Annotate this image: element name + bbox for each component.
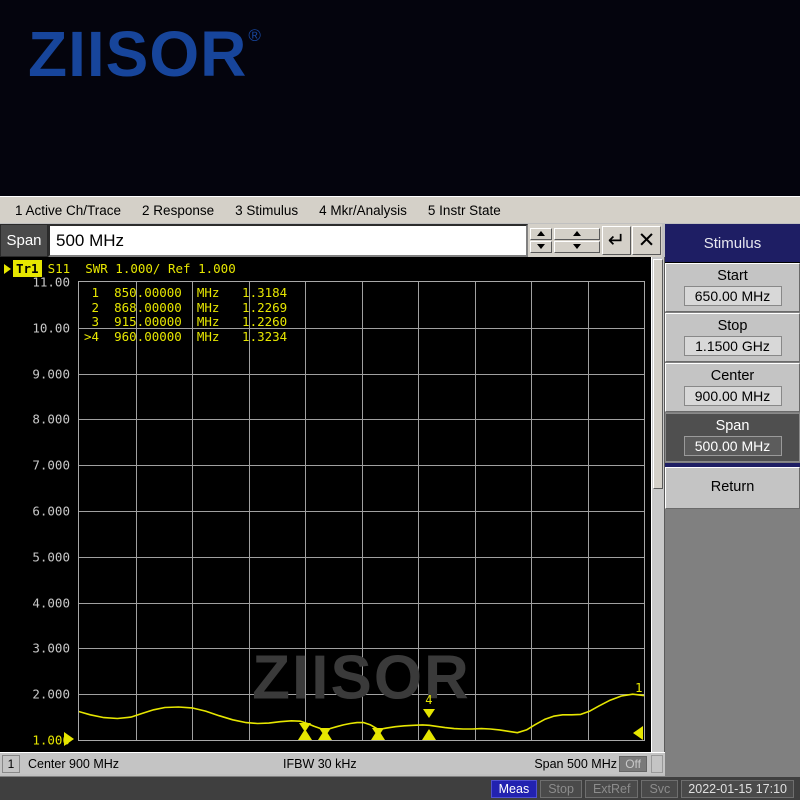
softkey-center-value[interactable]: 900.00 MHz <box>683 386 782 407</box>
multiplier-down-button[interactable] <box>554 240 600 253</box>
y-tick-label: 9.000 <box>32 366 70 382</box>
entry-bar-controls: ↵ ✕ <box>528 224 662 257</box>
marker-3-axis-icon[interactable] <box>371 729 386 740</box>
multiplier-up-button[interactable] <box>554 227 600 240</box>
y-tick-label: 11.00 <box>32 274 70 290</box>
softkey-start-value[interactable]: 650.00 MHz <box>683 286 782 307</box>
step-down-button[interactable] <box>530 240 552 253</box>
softkey-span[interactable]: Span 500.00 MHz <box>665 413 800 462</box>
brand-logo: ZIISOR ® <box>28 22 261 86</box>
status-center[interactable]: Center 900 MHz <box>28 757 119 771</box>
trace-format-text: S11 SWR 1.000/ Ref 1.000 <box>47 261 236 276</box>
marker-4-label: 4 <box>425 693 433 708</box>
status-channel[interactable]: 1 <box>2 754 20 773</box>
softkey-title: Stimulus <box>665 224 800 263</box>
status-ifbw[interactable]: IFBW 30 kHz <box>283 757 357 771</box>
softkey-center[interactable]: Center 900.00 MHz <box>665 363 800 412</box>
brand-logo-text: ZIISOR <box>28 18 248 90</box>
step-spinner[interactable] <box>530 227 552 254</box>
marker-2-axis-icon[interactable] <box>318 729 333 740</box>
arrow-up-icon <box>573 231 581 236</box>
arrow-down-icon <box>573 244 581 249</box>
active-trace-pointer-icon <box>4 263 11 274</box>
enter-key-icon[interactable]: ↵ <box>602 226 631 255</box>
menu-item-response[interactable]: 2 Response <box>133 201 223 220</box>
y-tick-label: 5.000 <box>32 549 70 565</box>
taskbar-meas-button[interactable]: Meas <box>490 779 538 798</box>
status-correction-badge[interactable]: Off <box>619 755 647 772</box>
softkey-start[interactable]: Start 650.00 MHz <box>665 263 800 312</box>
softkey-stop-label: Stop <box>717 317 748 334</box>
menu-item-instr-state[interactable]: 5 Instr State <box>419 201 510 220</box>
marker-table-row[interactable]: 3 915.00000 MHz 1.2260 <box>84 315 288 330</box>
brand-banner: ZIISOR ® <box>0 0 800 196</box>
y-tick-label: 8.000 <box>32 411 70 427</box>
softkey-span-label: Span <box>715 417 750 434</box>
trace-curve <box>79 693 644 734</box>
entry-bar-label: Span <box>0 224 48 257</box>
softkey-start-label: Start <box>717 267 748 284</box>
marker-table-row[interactable]: 2 868.00000 MHz 1.2269 <box>84 300 288 316</box>
menu-item-stimulus[interactable]: 3 Stimulus <box>226 201 307 220</box>
y-tick-label: 3.000 <box>32 640 70 656</box>
softkey-stop-value[interactable]: 1.1500 GHz <box>683 336 782 357</box>
marker-4-icon[interactable] <box>423 709 436 719</box>
marker-table[interactable]: 1 850.00000 MHz 1.3184 2 868.00000 MHz 1… <box>84 285 288 345</box>
step-up-button[interactable] <box>530 227 552 240</box>
close-x-icon[interactable]: ✕ <box>632 226 661 255</box>
y-tick-label: 6.000 <box>32 503 70 519</box>
taskbar-clock[interactable]: 2022-01-15 17:10 <box>681 779 794 798</box>
y-tick-label: 7.000 <box>32 457 70 473</box>
softkey-stop[interactable]: Stop 1.1500 GHz <box>665 313 800 362</box>
y-tick-label: 2.000 <box>32 686 70 702</box>
softkey-return[interactable]: Return <box>665 467 800 509</box>
graph-vertical-scrollbar[interactable] <box>651 257 665 752</box>
menu-item-active-ch-trace[interactable]: 1 Active Ch/Trace <box>6 201 130 220</box>
marker-table-row[interactable]: 1 850.00000 MHz 1.3184 <box>84 285 288 301</box>
status-bar: 1 Center 900 MHz IFBW 30 kHz Span 500 MH… <box>0 752 665 774</box>
marker-4-axis-icon[interactable] <box>422 729 437 740</box>
softkey-span-value[interactable]: 500.00 MHz <box>683 436 782 457</box>
marker-1-axis-icon[interactable] <box>298 729 312 740</box>
reference-level-pointer-right-icon <box>633 726 643 740</box>
y-axis: 11.00 10.00 9.000 8.000 7.000 6.000 5.000 4.000… <box>0 274 74 748</box>
softkey-return-label: Return <box>710 479 755 496</box>
span-input[interactable]: 500 MHz <box>48 224 528 257</box>
taskbar-stop-button[interactable]: Stop <box>540 779 582 798</box>
menu-bar: 1 Active Ch/Trace 2 Response 3 Stimulus … <box>0 196 800 223</box>
trace-end-label: 1 <box>635 679 643 695</box>
y-tick-label: 4.000 <box>32 595 70 611</box>
graph-panel: Tr1 S11 SWR 1.000/ Ref 1.000 11.00 10.00 9… <box>0 257 651 752</box>
vna-screen: ZIISOR ® 1 Active Ch/Trace 2 Response 3 … <box>0 0 800 800</box>
status-edge-box <box>651 754 663 773</box>
plot-area[interactable]: ZIISOR 1 850.00000 MHz 1.3184 2 868.0000… <box>78 281 645 741</box>
softkey-sidebar: Stimulus Start 650.00 MHz Stop 1.1500 GH… <box>665 224 800 776</box>
arrow-down-icon <box>537 244 545 249</box>
taskbar-svc-button[interactable]: Svc <box>641 779 679 798</box>
scrollbar-thumb[interactable] <box>653 259 663 489</box>
softkey-center-label: Center <box>710 367 755 384</box>
multiplier-spinner[interactable] <box>554 227 600 254</box>
arrow-up-icon <box>537 231 545 236</box>
plot-inner: ZIISOR 1 850.00000 MHz 1.3184 2 868.0000… <box>79 282 644 740</box>
entry-bar: Span 500 MHz ↵ ✕ <box>0 224 662 257</box>
taskbar: Meas Stop ExtRef Svc 2022-01-15 17:10 <box>0 776 800 800</box>
y-tick-label: 10.00 <box>32 320 70 336</box>
marker-table-row[interactable]: >4 960.00000 MHz 1.3234 <box>84 329 287 345</box>
registered-trademark-icon: ® <box>248 26 261 45</box>
taskbar-extref-button[interactable]: ExtRef <box>584 779 639 798</box>
menu-item-mkr-analysis[interactable]: 4 Mkr/Analysis <box>310 201 416 220</box>
status-span[interactable]: Span 500 MHz <box>534 757 617 771</box>
reference-level-pointer-icon <box>64 732 74 746</box>
